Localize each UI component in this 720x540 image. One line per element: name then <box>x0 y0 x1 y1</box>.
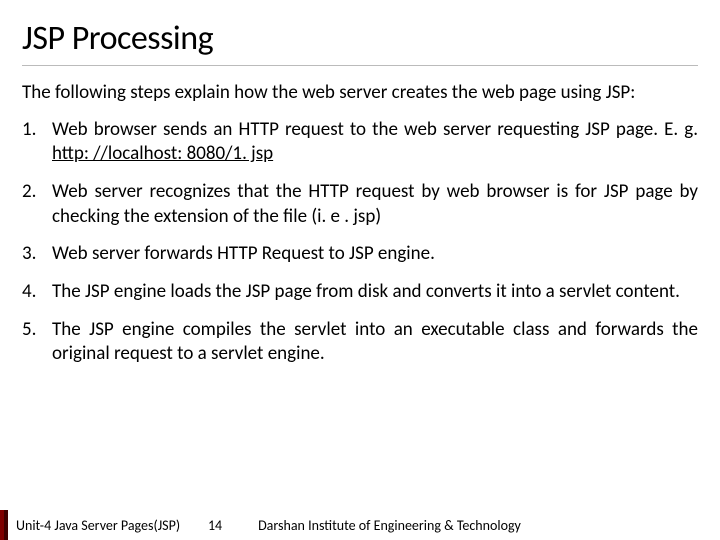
slide: JSP Processing The following steps expla… <box>0 0 720 540</box>
steps-list: Web browser sends an HTTP request to the… <box>22 118 698 381</box>
item-text: Web browser sends an HTTP request to the… <box>52 118 698 141</box>
footer-page-number: 14 <box>190 517 240 534</box>
list-item: Web server forwards HTTP Request to JSP … <box>22 242 698 267</box>
footer: Unit-4 Java Server Pages(JSP) 14 Darshan… <box>0 510 720 540</box>
item-text: The JSP engine loads the JSP page from d… <box>52 280 680 303</box>
list-item: Web server recognizes that the HTTP requ… <box>22 180 698 229</box>
example-link[interactable]: http: //localhost: 8080/1. jsp <box>52 142 273 165</box>
item-text: Web server forwards HTTP Request to JSP … <box>52 242 435 265</box>
footer-institute: Darshan Institute of Engineering & Techn… <box>240 517 720 534</box>
list-item: The JSP engine loads the JSP page from d… <box>22 280 698 305</box>
intro-text: The following steps explain how the web … <box>22 80 698 106</box>
item-text: The JSP engine compiles the servlet into… <box>52 318 698 366</box>
page-title: JSP Processing <box>22 18 698 66</box>
list-item: Web browser sends an HTTP request to the… <box>22 118 698 167</box>
item-text: Web server recognizes that the HTTP requ… <box>52 180 698 228</box>
list-item: The JSP engine compiles the servlet into… <box>22 318 698 367</box>
footer-unit-label: Unit-4 Java Server Pages(JSP) <box>8 510 190 540</box>
